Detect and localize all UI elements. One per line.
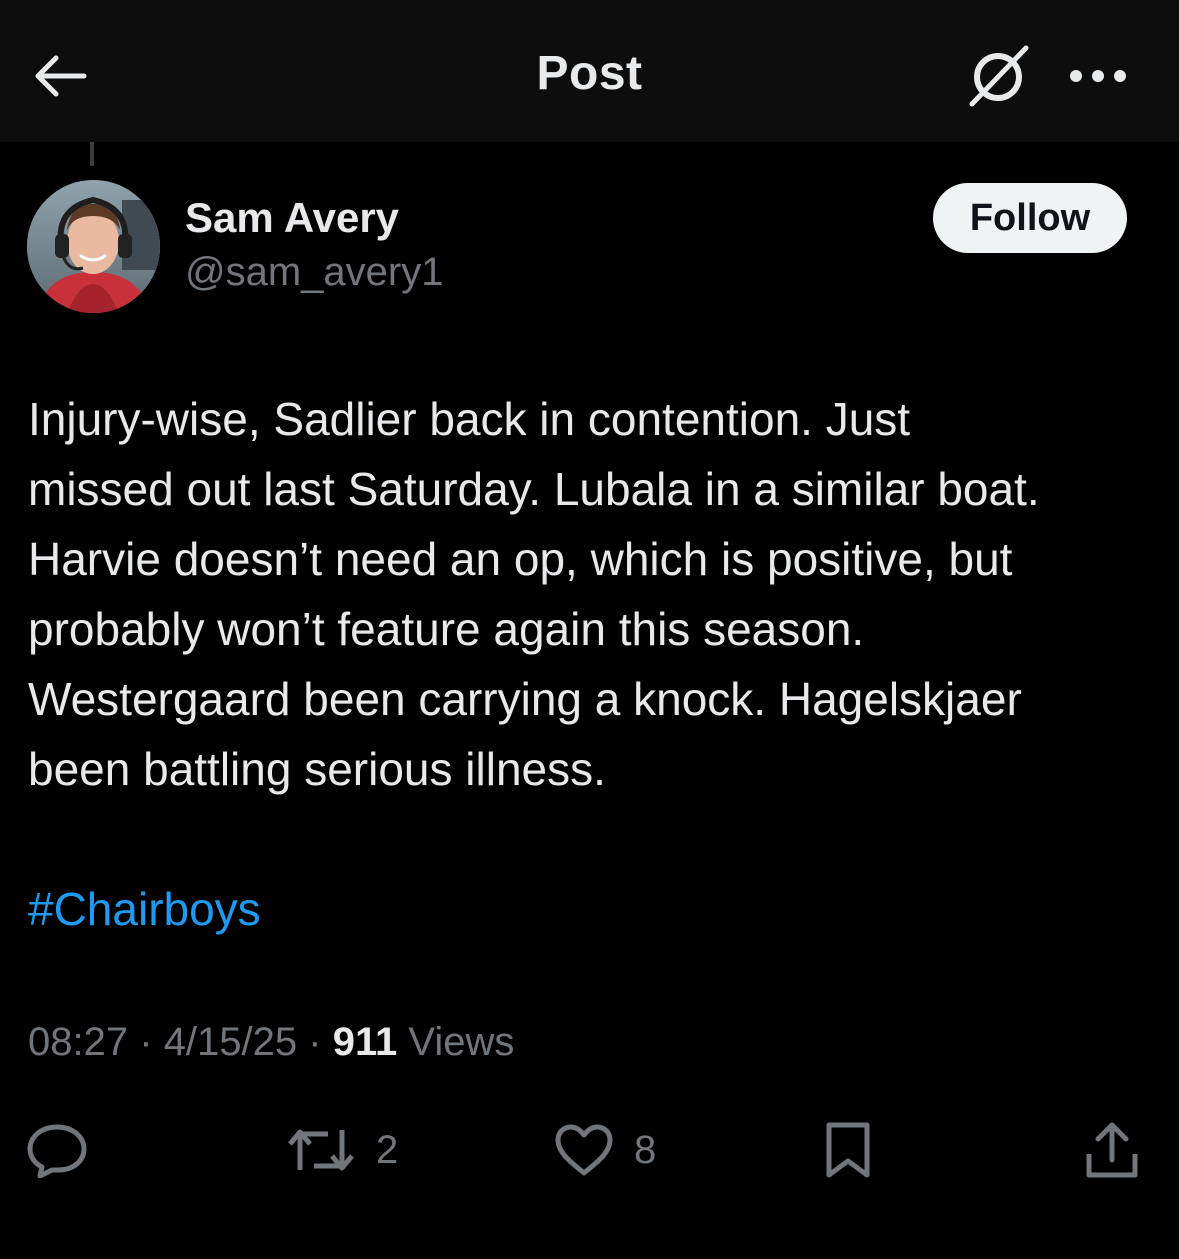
top-navigation-bar: Post xyxy=(0,0,1179,142)
bookmark-button[interactable] xyxy=(822,1110,874,1190)
meta-separator: · xyxy=(308,1020,322,1064)
post-action-bar: 2 8 xyxy=(0,1110,1179,1190)
post-body-text: Injury-wise, Sadlier back in contention.… xyxy=(28,393,1040,795)
post-metadata: 08:27 · 4/15/25 · 911 Views xyxy=(28,1020,514,1065)
bookmark-icon xyxy=(826,1122,870,1178)
repost-count: 2 xyxy=(376,1127,399,1172)
like-count: 8 xyxy=(634,1127,657,1172)
more-options-button[interactable] xyxy=(1062,52,1134,100)
author-display-name[interactable]: Sam Avery xyxy=(185,194,399,242)
grok-icon xyxy=(969,45,1029,107)
hashtag-link[interactable]: #Chairboys xyxy=(28,874,261,944)
repost-button[interactable]: 2 xyxy=(286,1110,398,1190)
post-date[interactable]: 4/15/25 xyxy=(164,1020,297,1064)
more-icon xyxy=(1070,70,1126,82)
follow-button[interactable]: Follow xyxy=(933,183,1127,253)
thread-connector-line xyxy=(90,142,94,166)
post-time[interactable]: 08:27 xyxy=(28,1020,128,1064)
meta-separator: · xyxy=(139,1020,153,1064)
grok-button[interactable] xyxy=(962,40,1034,112)
avatar-photo xyxy=(27,180,160,313)
like-button[interactable]: 8 xyxy=(554,1110,656,1190)
reply-icon xyxy=(27,1124,87,1178)
share-button[interactable] xyxy=(1084,1110,1140,1190)
reply-button[interactable] xyxy=(26,1110,88,1190)
author-handle[interactable]: @sam_avery1 xyxy=(185,250,443,295)
repost-icon xyxy=(288,1129,354,1171)
views-count[interactable]: 911 xyxy=(333,1020,398,1064)
views-label[interactable]: Views xyxy=(408,1020,514,1064)
heart-icon xyxy=(555,1124,613,1176)
avatar[interactable] xyxy=(27,180,160,313)
share-icon xyxy=(1086,1122,1138,1178)
